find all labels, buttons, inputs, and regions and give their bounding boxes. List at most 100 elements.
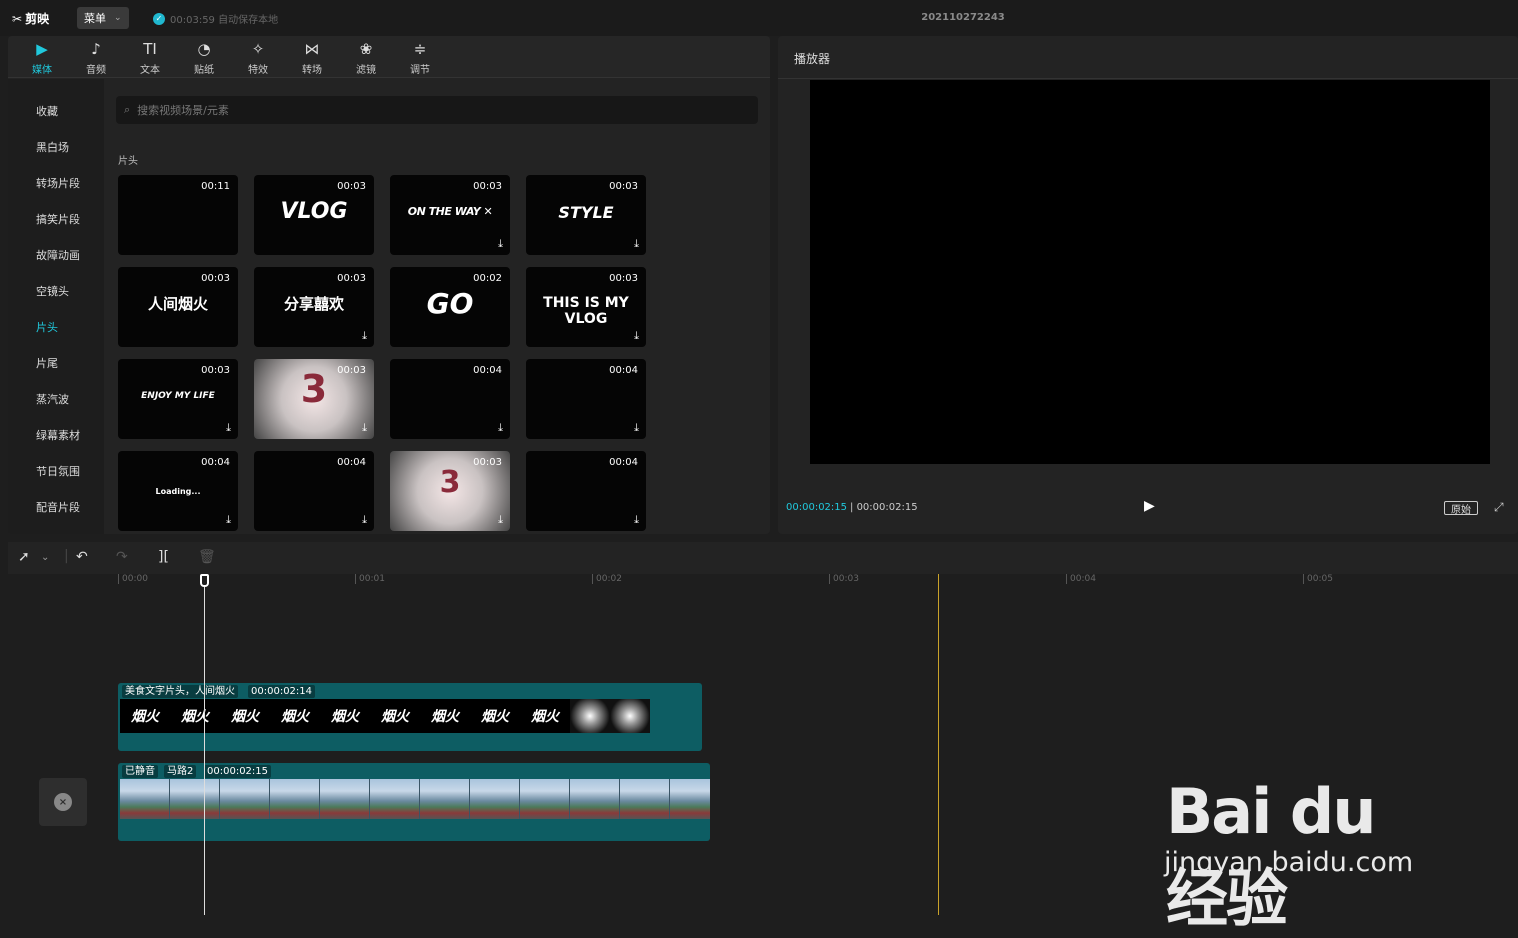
- download-icon[interactable]: ⤓: [362, 329, 367, 343]
- sidebar-item[interactable]: 节日氛围: [36, 463, 80, 479]
- menu-button[interactable]: 菜单 ⌄: [77, 7, 129, 29]
- delete-icon[interactable]: 🗑: [198, 549, 216, 565]
- clip-duration: 00:00:02:14: [248, 685, 316, 698]
- ruler-tick: 00:03: [829, 574, 859, 584]
- download-icon[interactable]: ⤓: [226, 513, 231, 527]
- tab-effects[interactable]: ✧ 特效: [235, 36, 281, 78]
- sidebar-item[interactable]: 空镜头: [36, 283, 69, 299]
- download-icon[interactable]: ⤓: [498, 237, 503, 251]
- text-icon: TI: [143, 39, 157, 58]
- sidebar-item[interactable]: 片头: [36, 319, 58, 335]
- sidebar-item[interactable]: 配音片段: [36, 499, 80, 515]
- template-thumbnail[interactable]: 00:04 ⤓: [526, 451, 646, 531]
- clip-frame: [120, 779, 170, 819]
- undo-icon[interactable]: ↶: [76, 549, 88, 565]
- tab-label: 调节: [410, 64, 430, 76]
- clip-name: 美食文字片头，人间烟火: [122, 685, 238, 698]
- filter-icon: ❀: [359, 39, 373, 58]
- download-icon[interactable]: ⤓: [634, 513, 639, 527]
- download-icon[interactable]: ⤓: [362, 513, 367, 527]
- search-input[interactable]: ⌕ 搜索视频场景/元素: [116, 96, 758, 124]
- tab-media[interactable]: ▶ 媒体: [19, 36, 65, 78]
- clip-frames: 烟火 烟火 烟火 烟火 烟火 烟火 烟火 烟火 烟火: [120, 699, 650, 733]
- clip-frame: [620, 779, 670, 819]
- tab-audio[interactable]: ♪ 音频: [73, 36, 119, 78]
- template-thumbnail[interactable]: THIS IS MY VLOG 00:03 ⤓: [526, 267, 646, 347]
- sidebar-item[interactable]: 片尾: [36, 355, 58, 371]
- sidebar-item[interactable]: 故障动画: [36, 247, 80, 263]
- download-icon[interactable]: ⤓: [498, 421, 503, 435]
- tab-adjust[interactable]: ≑ 调节: [397, 36, 443, 78]
- tab-text[interactable]: TI 文本: [127, 36, 173, 78]
- template-thumbnail[interactable]: 分享囍欢 00:03 ⤓: [254, 267, 374, 347]
- clip-frame: 烟火: [170, 699, 220, 733]
- thumbnail-art-text: Loading...: [155, 487, 201, 496]
- thumbnail-duration: 00:02: [473, 273, 502, 284]
- template-thumbnail[interactable]: ENJOY MY LIFE 00:03 ⤓: [118, 359, 238, 439]
- thumbnail-duration: 00:04: [201, 457, 230, 468]
- clip-frame: 烟火: [370, 699, 420, 733]
- text-clip[interactable]: 美食文字片头，人间烟火 00:00:02:14 烟火 烟火 烟火 烟火 烟火 烟火 烟火 烟火…: [118, 683, 702, 751]
- sidebar: 收藏黑白场转场片段搞笑片段故障动画空镜头片头片尾蒸汽波绿幕素材节日氛围配音片段: [8, 79, 104, 534]
- effects-icon: ✧: [251, 39, 265, 58]
- menu-label: 菜单: [84, 12, 106, 25]
- tab-label: 文本: [140, 64, 160, 76]
- download-icon[interactable]: ⤓: [226, 421, 231, 435]
- fullscreen-icon[interactable]: ⤢: [1494, 500, 1504, 515]
- template-thumbnail[interactable]: 00:04 ⤓: [526, 359, 646, 439]
- select-cursor-icon[interactable]: ➚: [18, 549, 30, 565]
- clip-frame: [420, 779, 470, 819]
- sidebar-item[interactable]: 黑白场: [36, 139, 69, 155]
- template-thumbnail[interactable]: 00:11: [118, 175, 238, 255]
- clip-frame: [610, 699, 650, 733]
- media-panel: ▶ 媒体 ♪ 音频 TI 文本 ◔ 贴纸 ✧ 特效 ⋈ 转场 ❀ 滤镜 ≑ 调节 收藏黑白场转场片段搞笑片段故…: [8, 36, 770, 534]
- time-ruler[interactable]: 00:00 00:01 00:02 00:03 00:04 00:05: [8, 574, 1518, 588]
- autosave-text: 00:03:59 自动保存本地: [170, 15, 279, 26]
- tab-transition[interactable]: ⋈ 转场: [289, 36, 335, 78]
- player-panel: 播放器 00:00:02:15 | 00:00:02:15 ▶ 原始 ⤢: [778, 36, 1518, 534]
- download-icon[interactable]: ⤓: [362, 421, 367, 435]
- playhead-handle[interactable]: [200, 574, 209, 587]
- video-clip[interactable]: 已静音 马路2 00:00:02:15: [118, 763, 710, 841]
- play-icon[interactable]: ▶: [1144, 498, 1155, 514]
- sidebar-item[interactable]: 绿幕素材: [36, 427, 80, 443]
- redo-icon[interactable]: ↷: [116, 549, 128, 565]
- aspect-ratio-button[interactable]: 原始: [1444, 501, 1478, 516]
- current-time: 00:00:02:15: [786, 502, 848, 513]
- thumbnail-art-text: GO: [426, 287, 474, 320]
- template-thumbnail[interactable]: Loading... 00:04 ⤓: [118, 451, 238, 531]
- section-title: 片头: [118, 156, 138, 167]
- template-thumbnail[interactable]: ON THE WAY ✕ 00:03 ⤓: [390, 175, 510, 255]
- total-time: | 00:00:02:15: [850, 502, 918, 513]
- template-thumbnail[interactable]: 00:04 ⤓: [390, 359, 510, 439]
- tab-sticker[interactable]: ◔ 贴纸: [181, 36, 227, 78]
- template-thumbnail[interactable]: GO 00:02: [390, 267, 510, 347]
- project-title: 202110272243: [921, 12, 1005, 23]
- template-thumbnail[interactable]: 3 00:03 ⤓: [390, 451, 510, 531]
- tab-filter[interactable]: ❀ 滤镜: [343, 36, 389, 78]
- sidebar-item[interactable]: 收藏: [36, 103, 58, 119]
- mute-track-button[interactable]: ×: [39, 778, 87, 826]
- download-icon[interactable]: ⤓: [498, 513, 503, 527]
- template-thumbnail[interactable]: 人间烟火 00:03: [118, 267, 238, 347]
- sidebar-item[interactable]: 蒸汽波: [36, 391, 69, 407]
- split-icon[interactable]: ][: [158, 549, 169, 565]
- download-icon[interactable]: ⤓: [634, 421, 639, 435]
- template-thumbnail[interactable]: VLOG 00:03: [254, 175, 374, 255]
- template-thumbnail[interactable]: 3 00:03 ⤓: [254, 359, 374, 439]
- template-thumbnail[interactable]: STYLE 00:03 ⤓: [526, 175, 646, 255]
- download-icon[interactable]: ⤓: [634, 237, 639, 251]
- chevron-down-icon[interactable]: ⌄: [41, 552, 49, 563]
- sidebar-item[interactable]: 搞笑片段: [36, 211, 80, 227]
- thumbnail-art-text: 分享囍欢: [283, 295, 344, 313]
- thumbnail-art-text: VLOG: [280, 199, 348, 224]
- download-icon[interactable]: ⤓: [634, 329, 639, 343]
- search-icon: ⌕: [124, 103, 131, 116]
- playhead[interactable]: [204, 574, 205, 915]
- sidebar-item[interactable]: 转场片段: [36, 175, 80, 191]
- check-icon: ✓: [153, 12, 165, 25]
- timeline-toolbar: ➚ ⌄ | ↶ ↷ ][ 🗑: [8, 542, 1518, 574]
- preview-screen[interactable]: [810, 80, 1490, 464]
- tab-label: 滤镜: [356, 64, 376, 76]
- template-thumbnail[interactable]: 00:04 ⤓: [254, 451, 374, 531]
